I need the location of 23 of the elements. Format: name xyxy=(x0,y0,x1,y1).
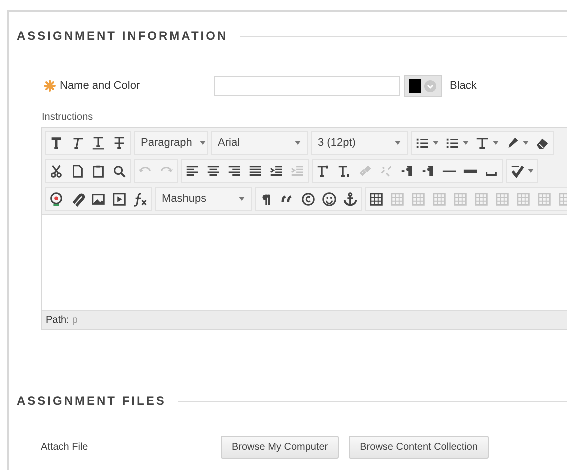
caret-icon xyxy=(295,141,301,145)
caret-icon xyxy=(239,197,245,201)
section-heading: ASSIGNMENT INFORMATION xyxy=(17,28,228,45)
path-value: p xyxy=(72,314,78,328)
format-dropdown[interactable]: Paragraph xyxy=(135,132,207,154)
browse-button[interactable]: Browse Content Collection xyxy=(349,436,489,459)
browse-button[interactable]: Browse My Computer xyxy=(221,436,340,459)
caret-icon xyxy=(395,141,401,145)
format-dropdown[interactable]: 3 (12pt) xyxy=(312,132,407,154)
color-picker[interactable] xyxy=(404,75,442,97)
field-label: Name and Color xyxy=(60,78,140,94)
format-dropdown[interactable]: Mashups xyxy=(156,188,251,210)
spellcheck-icon xyxy=(510,164,525,178)
chevron-icon xyxy=(424,80,437,92)
path-label: Path: xyxy=(46,314,70,328)
format-dropdown[interactable]: Arial xyxy=(212,132,307,154)
field-label: Attach File xyxy=(41,441,90,455)
field-label: Instructions xyxy=(41,111,94,125)
color-name: Black xyxy=(450,78,477,94)
name-input[interactable] xyxy=(214,76,400,96)
section-heading: ASSIGNMENT FILES xyxy=(17,393,166,410)
text-color-icon xyxy=(475,136,490,150)
caret-icon xyxy=(200,141,206,145)
